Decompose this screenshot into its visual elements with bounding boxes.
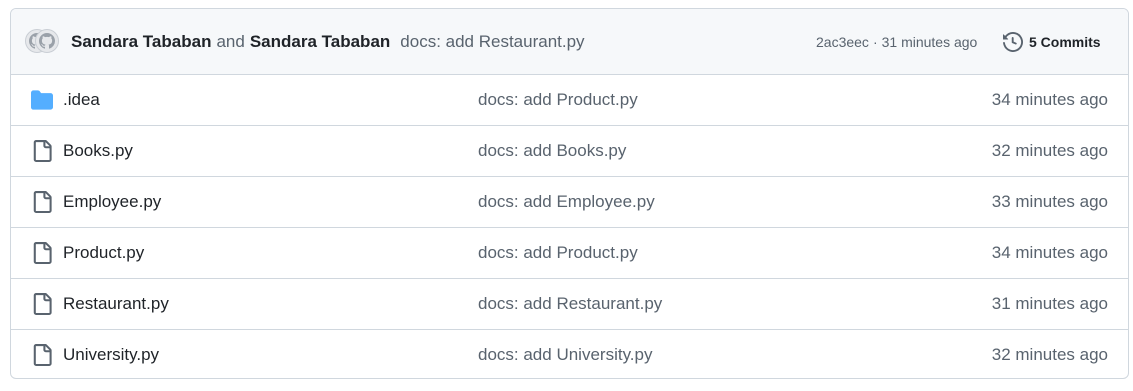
folder-icon: [31, 89, 53, 111]
commit-time: 31 minutes ago: [881, 34, 978, 50]
file-row[interactable]: University.py docs: add University.py 32 m…: [11, 330, 1128, 378]
file-row[interactable]: Employee.py docs: add Employee.py 33 minut…: [11, 177, 1128, 228]
commit-hash-link[interactable]: 2ac3eec: [816, 34, 869, 50]
avatar[interactable]: [35, 29, 59, 53]
file-commit-age: 34 minutes ago: [991, 243, 1108, 262]
file-row[interactable]: Product.py docs: add Product.py 34 minutes…: [11, 228, 1128, 279]
file-commit-age: 33 minutes ago: [991, 192, 1108, 211]
file-row[interactable]: .idea docs: add Product.py 34 minutes ago: [11, 75, 1128, 126]
commits-link[interactable]: 5 Commits: [1003, 29, 1101, 55]
file-name-link[interactable]: Employee.py: [63, 177, 161, 227]
file-commit-message-link[interactable]: docs: add University.py: [478, 330, 652, 378]
commits-count: 5 Commits: [1029, 34, 1101, 50]
file-commit-message-link[interactable]: docs: add Product.py: [478, 75, 638, 125]
file-name-link[interactable]: University.py: [63, 330, 159, 378]
file-commit-age: 32 minutes ago: [991, 345, 1108, 364]
file-commit-message-link[interactable]: docs: add Restaurant.py: [478, 279, 662, 329]
commit-summary: Sandara Tababan and Sandara Tababan docs…: [71, 9, 585, 75]
file-row[interactable]: Books.py docs: add Books.py 32 minutes ago: [11, 126, 1128, 177]
file-icon: [31, 242, 53, 264]
history-icon: [1003, 32, 1023, 52]
latest-commit-bar: Sandara Tababan and Sandara Tababan docs…: [11, 9, 1128, 75]
file-name-link[interactable]: .idea: [63, 75, 100, 125]
file-commit-age: 34 minutes ago: [991, 90, 1108, 109]
file-commit-message-link[interactable]: docs: add Product.py: [478, 228, 638, 278]
commit-message-link[interactable]: docs: add Restaurant.py: [400, 32, 584, 52]
file-icon: [31, 191, 53, 213]
file-browser: Sandara Tababan and Sandara Tababan docs…: [10, 8, 1129, 379]
github-icon: [39, 33, 55, 49]
file-icon: [31, 140, 53, 162]
author-conjunction: and: [216, 32, 245, 51]
commit-meta: 2ac3eec · 31 minutes ago: [816, 9, 977, 75]
author-link[interactable]: Sandara Tababan: [71, 32, 211, 52]
meta-separator: ·: [872, 34, 878, 50]
file-name-link[interactable]: Books.py: [63, 126, 133, 176]
author-avatars[interactable]: [25, 29, 59, 55]
file-name-link[interactable]: Restaurant.py: [63, 279, 169, 329]
file-name-link[interactable]: Product.py: [63, 228, 144, 278]
file-list: .idea docs: add Product.py 34 minutes ago B…: [11, 75, 1128, 378]
file-commit-message-link[interactable]: docs: add Books.py: [478, 126, 626, 176]
file-icon: [31, 344, 53, 366]
file-commit-age: 32 minutes ago: [991, 141, 1108, 160]
file-icon: [31, 293, 53, 315]
file-commit-age: 31 minutes ago: [991, 294, 1108, 313]
coauthor-link[interactable]: Sandara Tababan: [250, 32, 390, 52]
file-row[interactable]: Restaurant.py docs: add Restaurant.py 31 m…: [11, 279, 1128, 330]
file-commit-message-link[interactable]: docs: add Employee.py: [478, 177, 655, 227]
